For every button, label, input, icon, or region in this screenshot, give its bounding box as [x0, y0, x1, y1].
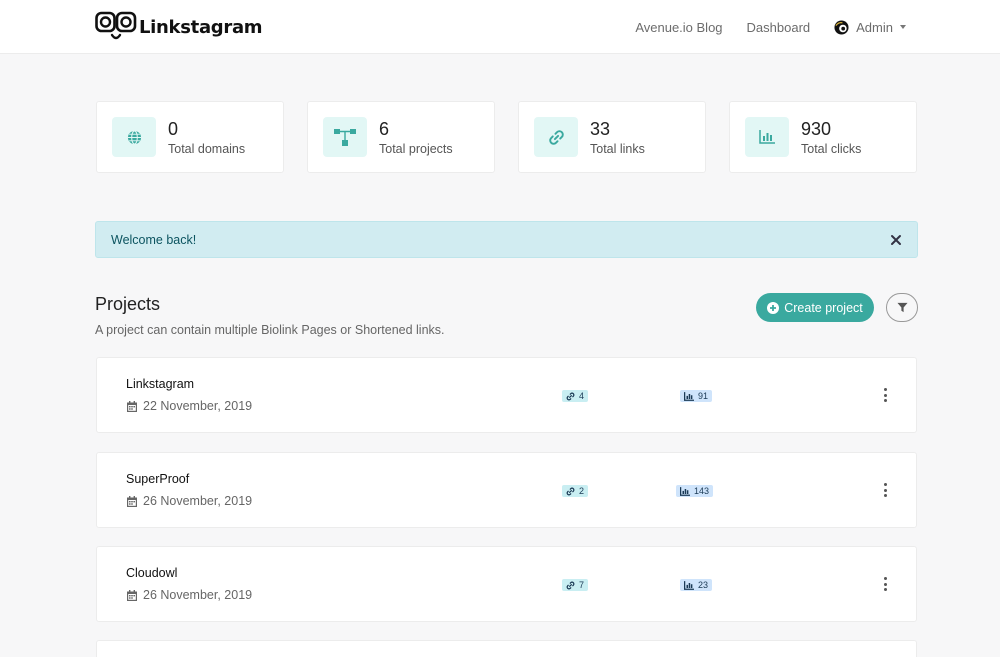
links-badge: 7 [562, 579, 589, 591]
project-card [96, 640, 917, 657]
create-project-button[interactable]: Create project [756, 293, 874, 322]
links-badge: 2 [562, 485, 589, 497]
calendar-icon [127, 400, 137, 412]
link-icon [534, 117, 578, 157]
globe-icon [112, 117, 156, 157]
user-menu[interactable]: Admin [834, 20, 906, 35]
calendar-icon [127, 495, 137, 507]
stat-label: Total domains [168, 142, 246, 156]
create-project-label: Create project [784, 300, 863, 315]
stat-card-domains: 0 Total domains [96, 101, 284, 173]
link-icon [566, 487, 575, 495]
nav-link-blog[interactable]: Avenue.io Blog [635, 20, 722, 35]
chart-bar-icon [680, 486, 690, 496]
link-icon [566, 392, 575, 400]
brand[interactable]: Linkstagram [95, 10, 263, 44]
project-date: 26 November, 2019 [127, 588, 252, 602]
links-count: 7 [579, 580, 585, 590]
chevron-down-icon [900, 25, 906, 29]
stat-label: Total links [590, 142, 645, 156]
chart-bar-icon [745, 117, 789, 157]
project-name[interactable]: Linkstagram [126, 377, 194, 391]
calendar-icon [127, 589, 137, 601]
user-name: Admin [856, 19, 893, 35]
clicks-count: 143 [694, 486, 710, 496]
clicks-badge: 143 [676, 485, 714, 497]
stat-value: 930 [801, 119, 832, 139]
project-date: 22 November, 2019 [127, 399, 252, 413]
project-name[interactable]: SuperProof [126, 472, 189, 486]
more-options-icon[interactable] [882, 388, 888, 402]
brand-name: Linkstagram [139, 16, 263, 38]
page-subtitle: A project can contain multiple Biolink P… [95, 323, 445, 337]
clicks-badge: 91 [680, 390, 713, 402]
chart-bar-icon [684, 580, 694, 590]
stat-label: Total projects [379, 142, 453, 156]
links-count: 2 [579, 486, 585, 496]
links-count: 4 [579, 391, 585, 401]
page-title: Projects [95, 294, 161, 314]
project-date-text: 26 November, 2019 [143, 588, 253, 602]
navbar: Linkstagram Avenue.io Blog Dashboard Adm… [0, 0, 1000, 54]
chart-bar-icon [684, 391, 694, 401]
stat-value: 6 [379, 119, 390, 139]
stat-card-links: 33 Total links [518, 101, 706, 173]
more-options-icon[interactable] [882, 483, 888, 497]
alert-message: Welcome back! [111, 233, 197, 247]
plus-circle-icon [767, 301, 780, 314]
project-card: SuperProof 26 November, 2019 2 143 [96, 452, 917, 528]
nav-link-dashboard[interactable]: Dashboard [747, 20, 811, 35]
welcome-alert: Welcome back! [95, 221, 918, 258]
project-date-text: 26 November, 2019 [143, 494, 253, 508]
close-icon[interactable] [889, 233, 903, 247]
clicks-count: 91 [698, 391, 709, 401]
avatar [834, 19, 849, 35]
stat-value: 0 [168, 119, 179, 139]
links-badge: 4 [562, 390, 589, 402]
clicks-count: 23 [698, 580, 709, 590]
stat-value: 33 [590, 119, 611, 139]
project-date-text: 22 November, 2019 [143, 399, 253, 413]
clicks-badge: 23 [680, 579, 713, 591]
more-options-icon[interactable] [882, 577, 888, 591]
nav-links: Avenue.io Blog Dashboard Admin [611, 0, 906, 54]
filter-icon [896, 302, 908, 313]
filter-button[interactable] [886, 293, 918, 322]
link-icon [566, 581, 575, 589]
stat-label: Total clicks [801, 142, 862, 156]
logo-icon [95, 11, 137, 40]
project-card: Cloudowl 26 November, 2019 7 23 [96, 546, 917, 622]
sitemap-icon [323, 117, 367, 157]
stat-card-clicks: 930 Total clicks [729, 101, 917, 173]
stat-card-projects: 6 Total projects [307, 101, 495, 173]
project-date: 26 November, 2019 [127, 494, 252, 508]
project-name[interactable]: Cloudowl [126, 566, 177, 580]
project-card: Linkstagram 22 November, 2019 4 91 [96, 357, 917, 433]
